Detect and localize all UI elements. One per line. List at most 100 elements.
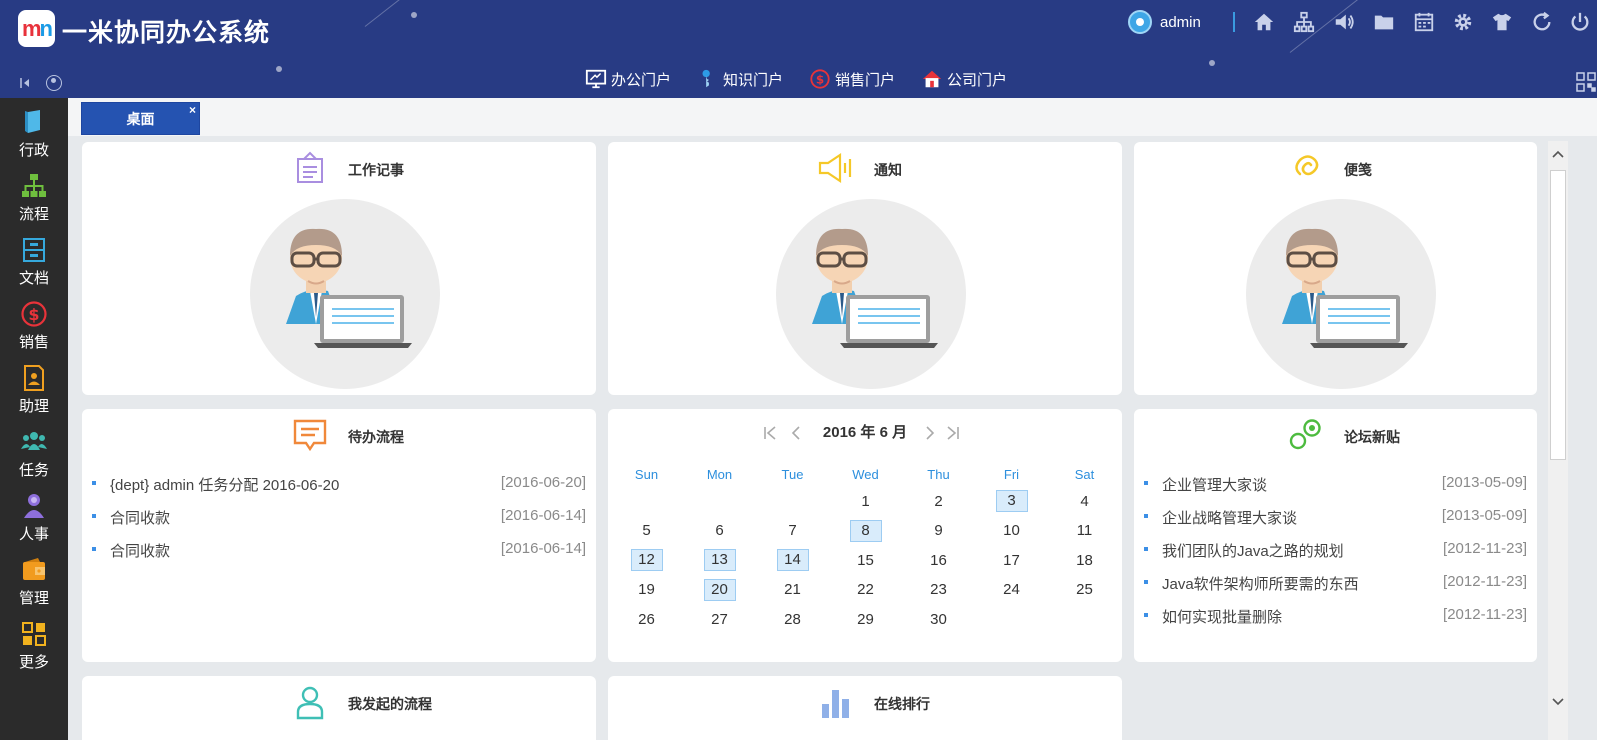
calendar-day[interactable]: 29: [829, 604, 902, 634]
list-item[interactable]: 企业战略管理大家谈 [2013-05-09]: [1144, 507, 1527, 540]
user-name: admin: [1160, 13, 1201, 31]
gear-icon[interactable]: [1451, 10, 1475, 34]
calendar-day-number: 1: [861, 492, 870, 510]
user-profile-icon[interactable]: [46, 75, 62, 91]
list-item[interactable]: {dept} admin 任务分配 2016-06-20 [2016-06-20…: [92, 474, 586, 507]
calendar-day[interactable]: 9: [902, 516, 975, 546]
item-title[interactable]: {dept} admin 任务分配 2016-06-20: [110, 474, 339, 495]
calendar-day-number: 2: [934, 492, 943, 510]
calendar-day[interactable]: 18: [1048, 545, 1121, 575]
sidebar-item-flow[interactable]: 流程: [0, 166, 68, 230]
list-item[interactable]: 如何实现批量删除 [2012-11-23]: [1144, 606, 1527, 639]
speaker-icon[interactable]: [1332, 10, 1356, 34]
calendar-day[interactable]: 16: [902, 545, 975, 575]
scroll-thumb[interactable]: [1550, 170, 1566, 460]
calendar-day[interactable]: 27: [683, 604, 756, 634]
item-title[interactable]: 合同收款: [110, 540, 170, 561]
refresh-icon[interactable]: [1530, 10, 1554, 34]
calendar-day-number: 24: [1003, 581, 1020, 598]
calendar-icon[interactable]: [1412, 10, 1436, 34]
sidebar-item-more[interactable]: 更多: [0, 614, 68, 678]
calendar-day[interactable]: 10: [975, 516, 1048, 546]
vertical-scrollbar[interactable]: [1548, 141, 1568, 740]
calendar-day[interactable]: 12: [610, 545, 683, 575]
item-title[interactable]: 企业战略管理大家谈: [1162, 507, 1297, 528]
calendar-day[interactable]: 2: [902, 486, 975, 516]
calendar-day-number: 16: [930, 551, 947, 569]
scroll-up-icon[interactable]: [1548, 145, 1568, 163]
power-icon[interactable]: [1568, 10, 1592, 34]
list-item[interactable]: Java软件架构师所要需的东西 [2012-11-23]: [1144, 573, 1527, 606]
calendar-day[interactable]: 20: [683, 575, 756, 605]
calendar-day[interactable]: 15: [829, 545, 902, 575]
svg-text:$: $: [28, 305, 39, 324]
sidebar-item-assistant[interactable]: 助理: [0, 358, 68, 422]
calendar-day[interactable]: 11: [1048, 516, 1121, 546]
calendar-day[interactable]: 6: [683, 516, 756, 546]
calendar-day-number: 17: [1003, 551, 1020, 569]
item-date: [2013-05-09]: [1441, 507, 1527, 524]
next-month-icon[interactable]: [922, 425, 938, 441]
calendar-day[interactable]: 17: [975, 545, 1048, 575]
calendar-day[interactable]: 1: [829, 486, 902, 516]
sidebar-item-hr[interactable]: 人事: [0, 486, 68, 550]
calendar-day[interactable]: 13: [683, 545, 756, 575]
item-date: [2016-06-20]: [500, 474, 586, 491]
calendar-day[interactable]: 14: [756, 545, 829, 575]
portal-knowledge[interactable]: 知识门户: [697, 68, 783, 90]
portal-company[interactable]: 公司门户: [921, 68, 1007, 90]
org-chart-icon[interactable]: [1292, 10, 1316, 34]
panel-title: 工作记事: [348, 162, 404, 178]
calendar-day-number: 27: [711, 610, 728, 628]
calendar-day[interactable]: 23: [902, 575, 975, 605]
panel-todo: 待办流程 {dept} admin 任务分配 2016-06-20 [2016-…: [82, 409, 596, 662]
monitor-icon: [585, 69, 607, 89]
sidebar-item-manage[interactable]: 管理: [0, 550, 68, 614]
calendar-day[interactable]: 26: [610, 604, 683, 634]
item-title[interactable]: 如何实现批量删除: [1162, 606, 1282, 627]
panel-title: 在线排行: [874, 696, 930, 712]
weekday-label: Sat: [1074, 467, 1095, 482]
portal-office[interactable]: 办公门户: [585, 68, 671, 90]
calendar-day-number: 8: [849, 519, 882, 542]
tab-strip: 桌面 ×: [68, 98, 1597, 136]
sidebar-item-sales[interactable]: $ 销售: [0, 294, 68, 358]
qr-code-icon[interactable]: [1576, 72, 1596, 92]
calendar-day[interactable]: 19: [610, 575, 683, 605]
user-menu[interactable]: admin: [1128, 10, 1201, 34]
list-item[interactable]: 企业管理大家谈 [2013-05-09]: [1144, 474, 1527, 507]
calendar-day-number: 3: [995, 490, 1028, 512]
calendar-day[interactable]: 28: [756, 604, 829, 634]
home-icon[interactable]: [1252, 10, 1276, 34]
list-item[interactable]: 我们团队的Java之路的规划 [2012-11-23]: [1144, 540, 1527, 573]
bullet: [1144, 613, 1148, 617]
calendar-day[interactable]: 21: [756, 575, 829, 605]
collapse-sidebar-icon[interactable]: [18, 76, 32, 90]
folder-icon[interactable]: [1372, 10, 1396, 34]
item-title[interactable]: 企业管理大家谈: [1162, 474, 1267, 495]
list-item[interactable]: 合同收款 [2016-06-14]: [92, 540, 586, 573]
tshirt-icon[interactable]: [1490, 10, 1514, 34]
item-title[interactable]: 合同收款: [110, 507, 170, 528]
sidebar-item-admin[interactable]: 行政: [0, 102, 68, 166]
calendar-day[interactable]: 8: [829, 516, 902, 546]
close-tab-icon[interactable]: ×: [189, 103, 196, 117]
tab-desktop[interactable]: 桌面 ×: [81, 102, 200, 135]
last-month-icon[interactable]: [945, 425, 961, 441]
dollar-circle-icon: $: [21, 301, 47, 327]
calendar-day[interactable]: 5: [610, 516, 683, 546]
calendar-day[interactable]: 25: [1048, 575, 1121, 605]
calendar-day[interactable]: 30: [902, 604, 975, 634]
list-item[interactable]: 合同收款 [2016-06-14]: [92, 507, 586, 540]
scroll-down-icon[interactable]: [1548, 693, 1568, 711]
calendar-day[interactable]: 3: [975, 486, 1048, 516]
sidebar-item-tasks[interactable]: 任务: [0, 422, 68, 486]
item-title[interactable]: Java软件架构师所要需的东西: [1162, 573, 1359, 594]
calendar-day[interactable]: 22: [829, 575, 902, 605]
calendar-day[interactable]: 4: [1048, 486, 1121, 516]
sidebar-item-docs[interactable]: 文档: [0, 230, 68, 294]
calendar-day[interactable]: 24: [975, 575, 1048, 605]
portal-sales[interactable]: $ 销售门户: [809, 68, 895, 90]
item-title[interactable]: 我们团队的Java之路的规划: [1162, 540, 1344, 561]
calendar-day[interactable]: 7: [756, 516, 829, 546]
